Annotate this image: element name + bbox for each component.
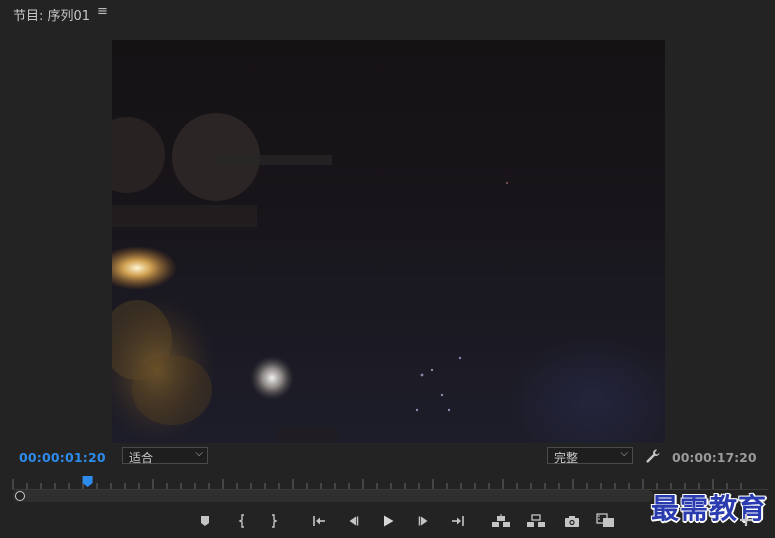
mark-in-icon: [238, 514, 244, 528]
hamburger-menu-icon[interactable]: ≡: [97, 4, 108, 19]
chevron-down-icon: ⌵: [195, 448, 203, 459]
playback-resolution-value: 完整: [554, 451, 579, 465]
comparison-view-button[interactable]: [596, 512, 616, 530]
mark-in-button[interactable]: [232, 512, 252, 530]
wrench-settings-icon[interactable]: [645, 448, 661, 464]
step-back-icon: [349, 516, 359, 526]
comparison-view-icon: [596, 513, 614, 527]
add-marker-icon: [201, 516, 209, 526]
go-to-in-icon: [313, 516, 325, 526]
step-back-button[interactable]: [343, 512, 363, 530]
program-monitor-viewer[interactable]: [112, 40, 665, 443]
current-timecode[interactable]: 00:00:01:20: [19, 450, 106, 465]
chevron-down-icon: ⌵: [620, 448, 628, 459]
camera-icon: [565, 516, 579, 527]
video-frame-image: [112, 113, 509, 443]
playback-resolution-select[interactable]: 完整 ⌵: [547, 447, 633, 465]
mark-out-button[interactable]: [264, 512, 284, 530]
play-button[interactable]: [378, 512, 398, 530]
mark-out-icon: [272, 514, 278, 528]
playhead-marker[interactable]: [82, 476, 93, 487]
duration-timecode: 00:00:17:20: [672, 450, 757, 465]
add-button-plus-icon[interactable]: [738, 512, 754, 528]
extract-button[interactable]: [526, 512, 546, 530]
play-icon: [384, 515, 394, 527]
extract-icon: [527, 514, 545, 527]
go-to-out-icon: [452, 516, 464, 526]
zoom-scrollbar-handle[interactable]: [15, 491, 25, 501]
lift-icon: [492, 514, 510, 527]
go-to-out-button[interactable]: [448, 512, 468, 530]
monitor-controls-row: 00:00:01:20 适合 ⌵ 完整 ⌵ 00:00:17:20: [0, 446, 775, 468]
export-frame-button[interactable]: [562, 512, 582, 530]
zoom-level-select[interactable]: 适合 ⌵: [122, 447, 208, 465]
step-forward-button[interactable]: [414, 512, 434, 530]
zoom-scrollbar[interactable]: [13, 490, 653, 502]
lift-button[interactable]: [491, 512, 511, 530]
panel-title[interactable]: 节目: 序列01: [13, 5, 90, 24]
zoom-level-value: 适合: [129, 451, 154, 465]
step-forward-icon: [418, 516, 428, 526]
panel-header: 节目: 序列01 ≡: [0, 0, 775, 28]
go-to-in-button[interactable]: [309, 512, 329, 530]
add-marker-button[interactable]: [195, 512, 215, 530]
